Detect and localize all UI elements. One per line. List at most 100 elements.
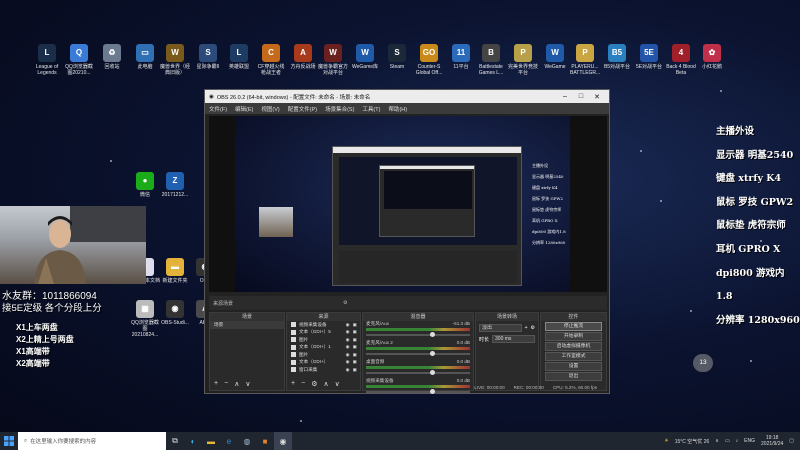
volume-slider[interactable] [366, 389, 470, 394]
control-button[interactable]: 设置 [545, 362, 602, 371]
control-button[interactable]: 退出 [545, 372, 602, 381]
windows-start-icon[interactable] [0, 432, 18, 450]
menu-file[interactable]: 文件(F) [209, 105, 227, 113]
steam-taskbar-icon[interactable]: ◍ [238, 432, 256, 450]
desktop-icon[interactable]: B5 B5对战平台 [602, 44, 632, 70]
lock-icon[interactable]: ▣ [353, 344, 357, 350]
mixer-track: 麦克风/Aux -51.3 dB [363, 321, 473, 340]
lock-icon[interactable]: ▣ [353, 322, 357, 328]
language-indicator[interactable]: ENG [744, 438, 755, 444]
desktop-icon[interactable]: 11 11平台 [446, 44, 476, 70]
volume-slider[interactable] [366, 332, 470, 337]
desktop-icon[interactable]: S 星际争霸II [193, 44, 223, 70]
visibility-icon[interactable]: ◉ [346, 367, 350, 373]
desktop-icon[interactable]: GO Counter-S Global Off... [414, 44, 444, 76]
desktop-icon[interactable]: ♻ 回收站 [97, 44, 127, 70]
visibility-icon[interactable]: ◉ [346, 329, 350, 335]
maximize-icon[interactable]: □ [573, 93, 589, 100]
visibility-icon[interactable]: ◉ [346, 344, 350, 350]
visibility-icon[interactable]: ◉ [346, 322, 350, 328]
source-item[interactable]: 图片 ◉ ▣ [287, 351, 360, 359]
app-orange-icon[interactable]: ■ [256, 432, 274, 450]
slider-handle[interactable] [430, 351, 436, 356]
desktop-icon[interactable]: ▬ 新建文件夹 [160, 258, 190, 284]
control-button[interactable]: 工作室模式 [545, 352, 602, 361]
ie-icon[interactable]: e [220, 432, 238, 450]
menu-tools[interactable]: 工具(T) [362, 105, 380, 113]
visibility-icon[interactable]: ◉ [346, 337, 350, 343]
volume-slider[interactable] [366, 370, 470, 375]
desktop-icon[interactable]: ◉ OBS-Studi... [160, 300, 190, 326]
desktop-icon[interactable]: P PLAYERU... BATTLEGR... [570, 44, 600, 76]
control-button[interactable]: 启动虚拟摄像机 [545, 342, 602, 351]
desktop-icon[interactable]: C CF穿越火线枪战王者 [256, 44, 286, 76]
notification-icon[interactable]: ▢ [789, 438, 794, 444]
menu-help[interactable]: 帮助(H) [388, 105, 407, 113]
visibility-icon[interactable]: ◉ [346, 352, 350, 358]
source-item[interactable]: 文本（GDI+）1 ◉ ▣ [287, 344, 360, 352]
scene-tab-label[interactable]: 来源场景 [213, 300, 233, 307]
lock-icon[interactable]: ▣ [353, 337, 357, 343]
desktop-icon[interactable]: W WeGame库 [350, 44, 380, 70]
volume-icon[interactable]: ♪ [736, 438, 739, 444]
live-status: LIVE: 00:00:00 [474, 384, 505, 390]
weather-icon[interactable]: ☀ [664, 438, 668, 444]
weather-text[interactable]: 15°C 空气优 26 [675, 438, 710, 445]
volume-slider[interactable] [366, 351, 470, 356]
source-item[interactable]: 文本（GDI+）5 ◉ ▣ [287, 329, 360, 337]
transition-settings-icon[interactable]: ⚙ [531, 325, 535, 331]
control-button[interactable]: 停止推流 [545, 322, 602, 331]
desktop-icon[interactable]: ● 微信 [130, 172, 160, 198]
desktop-icon[interactable]: W 魔兽争霸官方对战平台 [318, 44, 348, 76]
menu-scene-collection[interactable]: 场景集合(S) [325, 105, 354, 113]
desktop-icon[interactable]: ✿ 小红花鹅 [697, 44, 727, 70]
visibility-icon[interactable]: ◉ [346, 359, 350, 365]
source-item[interactable]: 图片 ◉ ▣ [287, 336, 360, 344]
duration-input[interactable]: 300 ms [492, 335, 535, 343]
desktop-icon[interactable]: 4 Back 4 Blood Beta [666, 44, 696, 76]
minimize-icon[interactable]: – [557, 93, 573, 100]
add-transition-icon[interactable]: + [525, 325, 528, 331]
desktop-icon[interactable]: L League of Legends [32, 44, 62, 76]
desktop-icon[interactable]: B Battlestate Games L... [476, 44, 506, 76]
transition-select[interactable]: 淡出 [479, 324, 522, 332]
menu-view[interactable]: 视图(V) [261, 105, 279, 113]
desktop-icon[interactable]: 5E 5E对战平台 [634, 44, 664, 70]
desktop-icon[interactable]: W 魔兽世界（经典旧版） [160, 44, 190, 76]
desktop-icon[interactable]: Q QQ浏览器截图20210... [64, 44, 94, 76]
desktop-icon[interactable]: ▦ QQ浏览器截图20210824... [130, 300, 160, 338]
lock-icon[interactable]: ▣ [353, 329, 357, 335]
obs-taskbar-icon[interactable]: ◉ [274, 432, 292, 450]
obs-title-bar[interactable]: ◉ OBS 26.0.2 (64-bit, windows) - 配置文件: 未… [205, 90, 609, 103]
slider-handle[interactable] [430, 370, 436, 375]
desktop-icon[interactable]: A 方舟反战场 [288, 44, 318, 70]
obs-preview[interactable]: 主播外设 显示器 明基2540 键盘 xtrfy K4 鼠标 罗技 GPW2 鼠标垫 虎… [209, 116, 607, 292]
tray-arrow-icon[interactable]: ∧ [715, 438, 719, 444]
menu-edit[interactable]: 编辑(E) [235, 105, 253, 113]
lock-icon[interactable]: ▣ [353, 352, 357, 358]
close-icon[interactable]: ✕ [589, 93, 605, 101]
gear-icon[interactable]: ⚙ [343, 300, 347, 306]
file-explorer-icon[interactable]: ▬ [202, 432, 220, 450]
desktop-icon[interactable]: Z 20171212... [160, 172, 190, 198]
desktop-icon[interactable]: L 英雄联盟 [224, 44, 254, 70]
desktop-icon[interactable]: ▭ 此电脑 [130, 44, 160, 70]
source-item[interactable]: 文本（GDI+） ◉ ▣ [287, 359, 360, 367]
obs-window[interactable]: ◉ OBS 26.0.2 (64-bit, windows) - 配置文件: 未… [204, 89, 610, 394]
lock-icon[interactable]: ▣ [353, 367, 357, 373]
desktop-icon[interactable]: S Steam [382, 44, 412, 70]
source-item[interactable]: 窗口采集 ◉ ▣ [287, 366, 360, 374]
network-icon[interactable]: ▭ [725, 438, 730, 444]
slider-handle[interactable] [430, 332, 436, 337]
edge-icon[interactable]: ◐ [184, 432, 202, 450]
desktop-icon[interactable]: W WeGame [540, 44, 570, 70]
source-item[interactable]: 视频采集设备 ◉ ▣ [287, 321, 360, 329]
scene-item[interactable]: 场景 [210, 321, 284, 329]
desktop-icon[interactable]: P 完美世界竞技平台 [508, 44, 538, 76]
taskbar-search[interactable]: ⌕ 在这里输入你要搜索的内容 [18, 432, 166, 450]
control-button[interactable]: 开始录制 [545, 332, 602, 341]
lock-icon[interactable]: ▣ [353, 359, 357, 365]
menu-profile[interactable]: 配置文件(P) [288, 105, 317, 113]
task-view-icon[interactable]: ⧉ [166, 432, 184, 450]
clock[interactable]: 19:18 2021/9/24 [761, 435, 783, 447]
